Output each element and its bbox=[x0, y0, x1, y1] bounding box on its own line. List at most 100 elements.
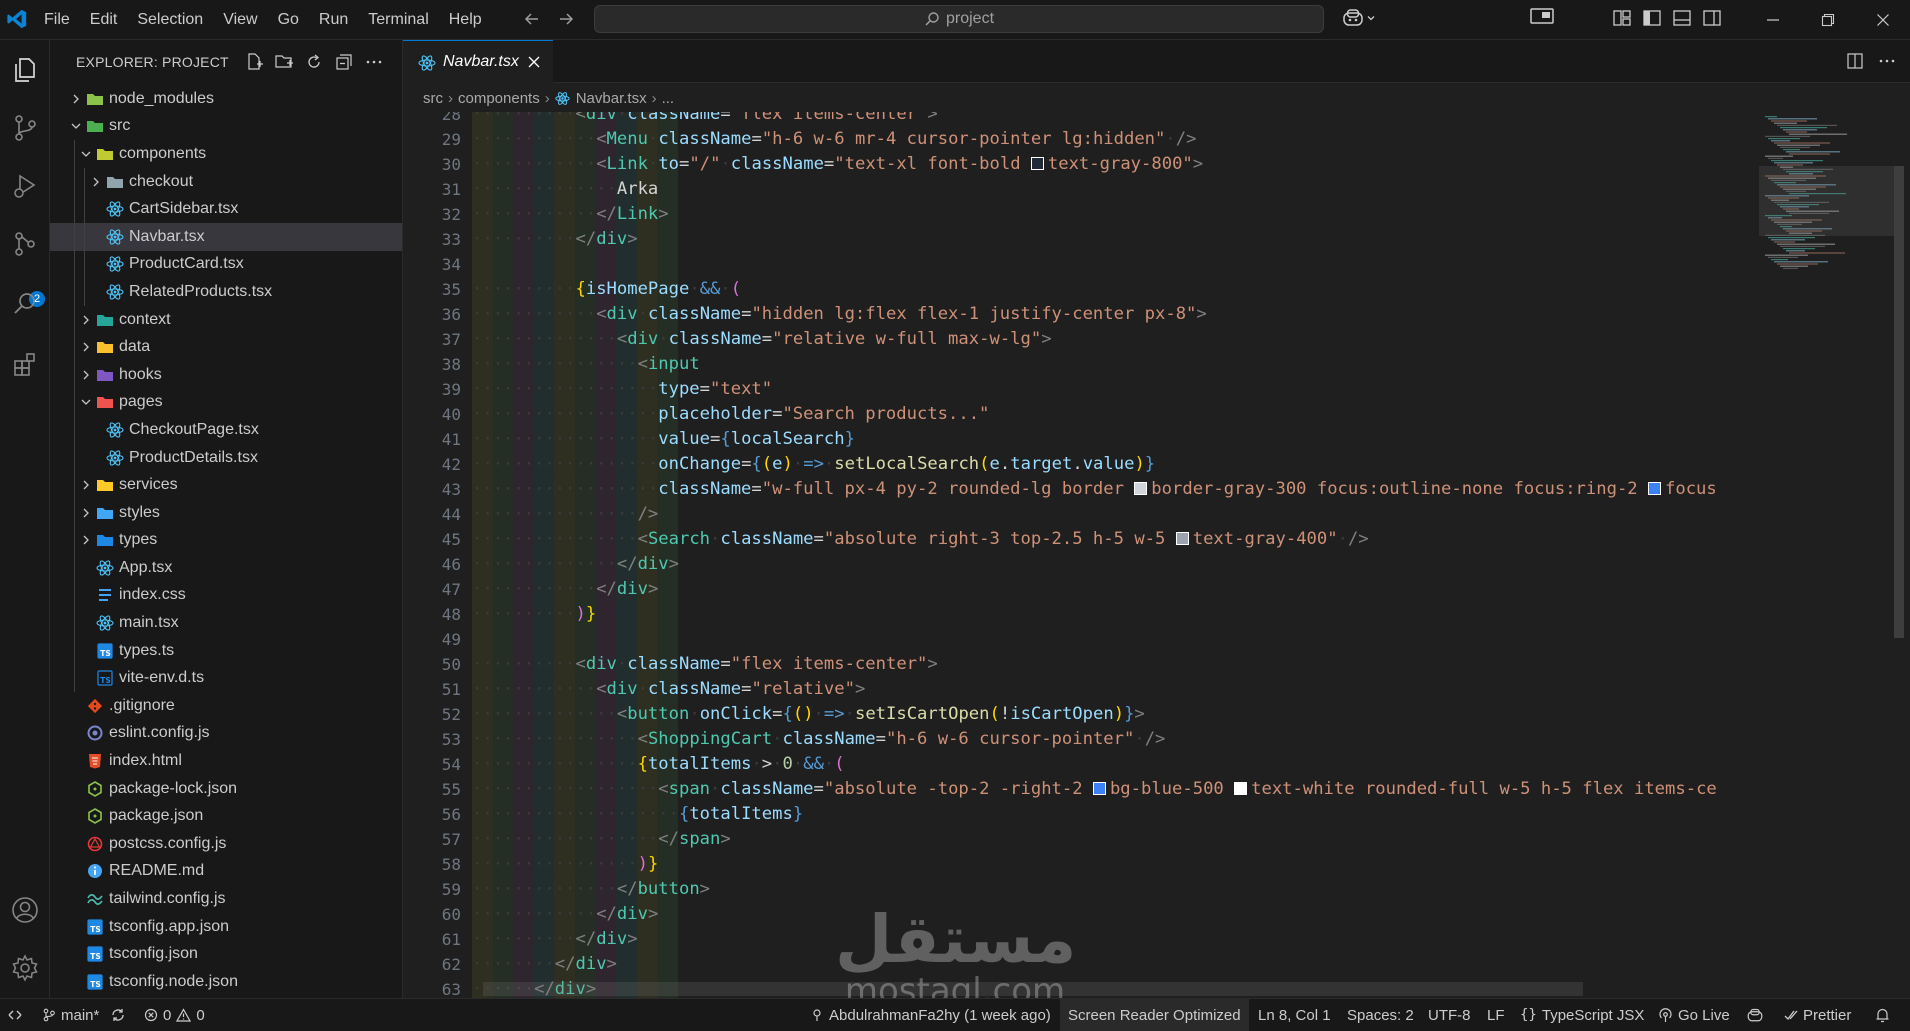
menu-run[interactable]: Run bbox=[309, 0, 358, 40]
code-line[interactable]: 41 ··················value={localSearch} bbox=[403, 427, 1759, 452]
code-line[interactable]: 34 bbox=[403, 252, 1759, 277]
menu-file[interactable]: File bbox=[34, 0, 80, 40]
code-line[interactable]: 54 ················{totalItems·>·0·&&·( bbox=[403, 752, 1759, 777]
minimize-button[interactable] bbox=[1745, 0, 1800, 40]
chevron-right-icon[interactable] bbox=[78, 312, 94, 328]
collapse-all-icon[interactable] bbox=[334, 52, 354, 72]
code-line[interactable]: 28 ··········<div·className="flex items-c… bbox=[403, 112, 1759, 127]
copilot-status[interactable] bbox=[1746, 999, 1764, 1031]
code-line[interactable]: 38 ················<input bbox=[403, 352, 1759, 377]
new-folder-icon[interactable] bbox=[274, 52, 294, 72]
tree-file-main-tsx[interactable]: main.tsx bbox=[50, 609, 402, 637]
code-line[interactable]: 57 ··················</span> bbox=[403, 827, 1759, 852]
tree-folder-node-modules[interactable]: node_modules bbox=[50, 85, 402, 113]
tree-file-readme-md[interactable]: README.md bbox=[50, 858, 402, 886]
code-line[interactable]: 42 ··················onChange={(e)·=>·set… bbox=[403, 452, 1759, 477]
code-line[interactable]: 60 ············</div> bbox=[403, 902, 1759, 927]
breadcrumb-components[interactable]: components bbox=[458, 90, 540, 107]
menu-edit[interactable]: Edit bbox=[80, 0, 128, 40]
cursor-position[interactable]: Ln 8, Col 1 bbox=[1258, 999, 1331, 1031]
color-swatch[interactable] bbox=[1134, 482, 1148, 495]
code-line[interactable]: 46 ··············</div> bbox=[403, 552, 1759, 577]
back-arrow-icon[interactable] bbox=[522, 9, 542, 29]
code-line[interactable]: 29 ············<Menu·className="h-6 w-6 m… bbox=[403, 127, 1759, 152]
tree-folder-styles[interactable]: styles bbox=[50, 499, 402, 527]
chevron-right-icon[interactable] bbox=[78, 367, 94, 383]
refresh-icon[interactable] bbox=[304, 52, 324, 72]
tree-file-eslint-config-js[interactable]: eslint.config.js bbox=[50, 720, 402, 748]
tree-folder-checkout[interactable]: checkout bbox=[50, 168, 402, 196]
code-line[interactable]: 37 ··············<div·className="relative… bbox=[403, 327, 1759, 352]
language-mode-indicator[interactable]: {} TypeScript JSX bbox=[1520, 999, 1644, 1031]
color-swatch[interactable] bbox=[1234, 782, 1248, 795]
indentation-indicator[interactable]: Spaces: 2 bbox=[1347, 999, 1414, 1031]
search-view-icon[interactable] bbox=[7, 286, 43, 322]
tree-folder-context[interactable]: context bbox=[50, 306, 402, 334]
accounts-icon[interactable] bbox=[7, 892, 43, 928]
tree-file-index-css[interactable]: index.css bbox=[50, 582, 402, 610]
chevron-down-icon[interactable] bbox=[68, 118, 84, 134]
extensions-icon[interactable] bbox=[7, 346, 43, 382]
code-line[interactable]: 59 ··············</button> bbox=[403, 877, 1759, 902]
breadcrumb-symbol[interactable]: ... bbox=[662, 90, 675, 107]
code-line[interactable]: 35 ··········{isHomePage·&&·( bbox=[403, 277, 1759, 302]
code-line[interactable]: 56 ····················{totalItems} bbox=[403, 802, 1759, 827]
code-lines[interactable]: 28 ··········<div·className="flex items-c… bbox=[403, 112, 1759, 998]
tree-file-relatedproducts-tsx[interactable]: RelatedProducts.tsx bbox=[50, 278, 402, 306]
source-control-icon[interactable] bbox=[7, 110, 43, 146]
tree-file-package-lock-json[interactable]: package-lock.json bbox=[50, 775, 402, 803]
customize-layout-icon[interactable] bbox=[1612, 8, 1632, 28]
toggle-primary-sidebar-icon[interactable] bbox=[1642, 8, 1662, 28]
code-line[interactable]: 53 ················<ShoppingCart·classNam… bbox=[403, 727, 1759, 752]
code-line[interactable]: 39 ··················type="text" bbox=[403, 377, 1759, 402]
tree-file-postcss-config-js[interactable]: postcss.config.js bbox=[50, 830, 402, 858]
forward-arrow-icon[interactable] bbox=[556, 9, 576, 29]
tree-file-cartsidebar-tsx[interactable]: CartSidebar.tsx bbox=[50, 195, 402, 223]
chevron-right-icon[interactable] bbox=[78, 339, 94, 355]
code-line[interactable]: 45 ················<Search·className="abs… bbox=[403, 527, 1759, 552]
chevron-right-icon[interactable] bbox=[78, 505, 94, 521]
code-line[interactable]: 51 ············<div·className="relative"> bbox=[403, 677, 1759, 702]
go-live-button[interactable]: Go Live bbox=[1658, 999, 1730, 1031]
more-actions-icon[interactable] bbox=[364, 52, 384, 72]
tree-file-productdetails-tsx[interactable]: ProductDetails.tsx bbox=[50, 444, 402, 472]
tree-folder-data[interactable]: data bbox=[50, 333, 402, 361]
problems-indicator[interactable]: 0 0 bbox=[144, 999, 205, 1031]
code-line[interactable]: 49 bbox=[403, 627, 1759, 652]
tree-file-package-json[interactable]: package.json bbox=[50, 802, 402, 830]
minimap-slider[interactable] bbox=[1759, 166, 1894, 236]
tree-file-types-ts[interactable]: TS types.ts bbox=[50, 637, 402, 665]
breadcrumb-file[interactable]: Navbar.tsx bbox=[576, 90, 647, 107]
minimap[interactable] bbox=[1759, 112, 1910, 998]
code-editor[interactable]: 28 ··········<div·className="flex items-c… bbox=[403, 112, 1910, 998]
chevron-right-icon[interactable] bbox=[88, 174, 104, 190]
tree-folder-types[interactable]: types bbox=[50, 527, 402, 555]
chevron-right-icon[interactable] bbox=[78, 477, 94, 493]
code-line[interactable]: 48 ··········)} bbox=[403, 602, 1759, 627]
tree-file-tailwind-config-js[interactable]: tailwind.config.js bbox=[50, 885, 402, 913]
screencast-icon[interactable] bbox=[1530, 8, 1554, 26]
tree-folder-services[interactable]: services bbox=[50, 471, 402, 499]
explorer-icon[interactable] bbox=[7, 52, 43, 88]
git-blame-indicator[interactable]: AbdulrahmanFa2hy (1 week ago) bbox=[810, 999, 1051, 1031]
tree-file-app-tsx[interactable]: App.tsx bbox=[50, 554, 402, 582]
color-swatch[interactable] bbox=[1092, 782, 1106, 795]
code-line[interactable]: 43 ··················className="w-full px… bbox=[403, 477, 1759, 502]
code-line[interactable]: 30 ············<Link·to="/"·className="te… bbox=[403, 152, 1759, 177]
eol-indicator[interactable]: LF bbox=[1487, 999, 1505, 1031]
encoding-indicator[interactable]: UTF-8 bbox=[1428, 999, 1471, 1031]
menu-view[interactable]: View bbox=[213, 0, 267, 40]
toggle-panel-icon[interactable] bbox=[1672, 8, 1692, 28]
chevron-down-icon[interactable] bbox=[78, 146, 94, 162]
tree-folder-hooks[interactable]: hooks bbox=[50, 361, 402, 389]
settings-gear-icon[interactable] bbox=[7, 950, 43, 986]
code-line[interactable]: 52 ··············<button·onClick={()·=>·s… bbox=[403, 702, 1759, 727]
tree-file-tsconfig-app-json[interactable]: TS tsconfig.app.json bbox=[50, 913, 402, 941]
close-tab-icon[interactable] bbox=[527, 55, 541, 69]
code-line[interactable]: 58 ················)} bbox=[403, 852, 1759, 877]
breadcrumb-src[interactable]: src bbox=[423, 90, 443, 107]
copilot-button[interactable] bbox=[1342, 8, 1376, 28]
chevron-right-icon[interactable] bbox=[78, 532, 94, 548]
tree-file-vite-env-d-ts[interactable]: TS vite-env.d.ts bbox=[50, 664, 402, 692]
color-swatch[interactable] bbox=[1648, 482, 1661, 495]
